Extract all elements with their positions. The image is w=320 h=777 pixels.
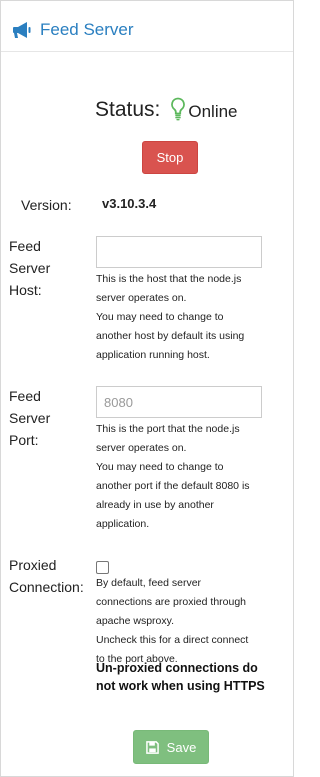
megaphone-icon	[13, 22, 31, 38]
status-value: Online	[188, 101, 238, 121]
save-button-label: Save	[166, 739, 197, 755]
proxied-help-text: By default, feed server connections are …	[96, 574, 282, 669]
port-label-line: Server	[9, 410, 51, 426]
port-label: Feed Server Port:	[9, 385, 50, 451]
help-line: Uncheck this for a direct connect	[96, 634, 249, 646]
port-label-line: Port:	[9, 432, 39, 448]
help-line: application running host.	[96, 349, 210, 361]
version-label: Version:	[21, 197, 72, 213]
feed-server-panel: Feed Server Status: Online Stop Version:…	[0, 0, 294, 777]
help-line: another host by default its using	[96, 330, 245, 342]
port-input[interactable]	[96, 386, 262, 418]
warning-line: not work when using HTTPS	[96, 679, 265, 693]
help-line: You may need to change to	[96, 311, 224, 323]
panel-title: Feed Server	[40, 20, 134, 39]
proxied-label-line: Connection:	[9, 579, 84, 595]
help-line: already in use by another	[96, 499, 214, 511]
host-label-line: Host:	[9, 282, 42, 298]
lightbulb-icon	[171, 97, 186, 120]
warning-line: Un-proxied connections do	[96, 661, 258, 675]
version-value: v3.10.3.4	[102, 196, 157, 211]
help-line: application.	[96, 518, 150, 530]
port-label-line: Feed	[9, 388, 41, 404]
host-help-text: This is the host that the node.js server…	[96, 270, 282, 365]
status-label: Status:	[95, 98, 161, 121]
help-line: connections are proxied through	[96, 596, 247, 608]
status-row: Status: Online	[95, 96, 238, 124]
proxied-checkbox[interactable]	[96, 561, 109, 574]
host-input[interactable]	[96, 236, 262, 268]
help-line: another port if the default 8080 is	[96, 480, 250, 492]
host-label: Feed Server Host:	[9, 235, 50, 301]
proxied-label: Proxied Connection:	[9, 554, 84, 598]
help-line: apache wsproxy.	[96, 615, 175, 627]
proxied-label-line: Proxied	[9, 557, 57, 573]
stop-button[interactable]: Stop	[142, 141, 198, 174]
port-help-text: This is the port that the node.js server…	[96, 420, 282, 534]
panel-header: Feed Server	[1, 1, 293, 52]
https-warning: Un-proxied connections do not work when …	[96, 659, 281, 695]
floppy-disk-icon	[145, 740, 159, 754]
host-label-line: Server	[9, 260, 51, 276]
help-line: server operates on.	[96, 292, 187, 304]
help-line: This is the port that the node.js	[96, 423, 240, 435]
help-line: By default, feed server	[96, 577, 202, 589]
help-line: server operates on.	[96, 442, 187, 454]
help-line: This is the host that the node.js	[96, 273, 242, 285]
save-button[interactable]: Save	[133, 730, 209, 764]
host-label-line: Feed	[9, 238, 41, 254]
help-line: You may need to change to	[96, 461, 224, 473]
